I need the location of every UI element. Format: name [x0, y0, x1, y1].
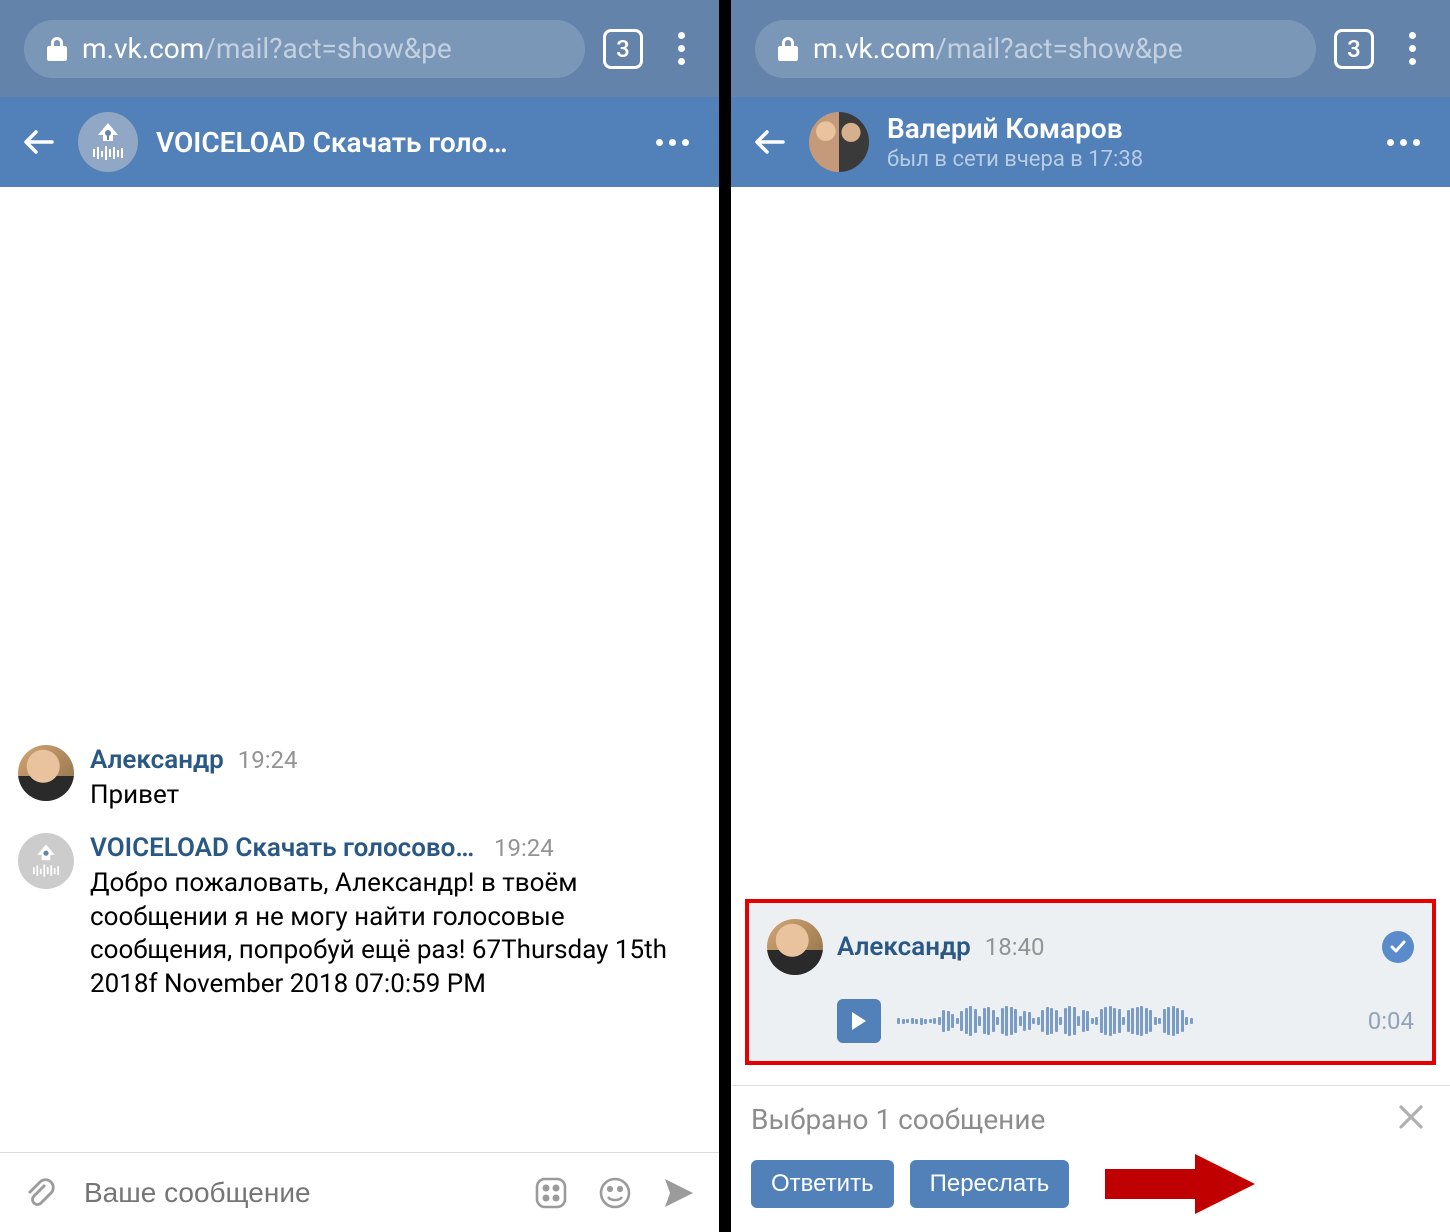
chat-title: VOICELOAD Скачать голо…	[156, 126, 628, 159]
message-list[interactable]: Александр 19:24 Привет	[0, 187, 719, 1152]
emoji-icon[interactable]	[595, 1173, 635, 1213]
back-arrow-icon[interactable]	[751, 122, 791, 162]
more-icon[interactable]	[1377, 129, 1430, 156]
voice-duration: 0:04	[1368, 1007, 1414, 1035]
annotation-arrow-icon	[1105, 1154, 1255, 1214]
voiceload-icon	[26, 841, 66, 881]
send-icon[interactable]	[659, 1173, 699, 1213]
back-arrow-icon[interactable]	[20, 122, 60, 162]
selection-bar: Выбрано 1 сообщение Ответить Переслать	[731, 1085, 1450, 1232]
waveform[interactable]	[897, 1003, 1352, 1039]
chat-avatar[interactable]	[809, 112, 869, 172]
chat-title: Валерий Комаров	[887, 112, 1359, 145]
url-text: m.vk.com/mail?act=show&pe	[82, 32, 452, 65]
lock-icon	[777, 36, 799, 62]
message-sender[interactable]: Александр	[90, 745, 224, 775]
lock-icon	[46, 36, 68, 62]
browser-menu-icon[interactable]	[1392, 32, 1432, 65]
url-text: m.vk.com/mail?act=show&pe	[813, 32, 1183, 65]
message-input[interactable]	[84, 1177, 507, 1209]
play-button[interactable]	[837, 999, 881, 1043]
message-text: Добро пожаловать, Александр! в твоём соо…	[90, 867, 701, 1002]
chat-header: Валерий Комаров был в сети вчера в 17:38	[731, 97, 1450, 187]
right-pane: m.vk.com/mail?act=show&pe 3 Валерий Кома…	[731, 0, 1450, 1232]
dice-icon[interactable]	[531, 1173, 571, 1213]
voiceload-icon	[85, 119, 131, 165]
browser-menu-icon[interactable]	[661, 32, 701, 65]
chat-status: был в сети вчера в 17:38	[887, 147, 1359, 172]
message-time: 18:40	[985, 933, 1045, 961]
more-icon[interactable]	[646, 129, 699, 156]
tab-switcher[interactable]: 3	[1334, 29, 1374, 69]
message-list[interactable]: Александр 18:40 0:04	[731, 187, 1450, 1085]
message-sender[interactable]: Александр	[837, 932, 971, 962]
compose-bar	[0, 1152, 719, 1232]
attach-icon[interactable]	[20, 1173, 60, 1213]
avatar[interactable]	[767, 919, 823, 975]
url-bar[interactable]: m.vk.com/mail?act=show&pe	[24, 20, 585, 78]
avatar[interactable]	[18, 833, 74, 889]
message-text: Привет	[90, 779, 701, 813]
message-time: 19:24	[238, 746, 298, 774]
close-icon[interactable]	[1396, 1102, 1430, 1136]
left-pane: m.vk.com/mail?act=show&pe 3 VOICEL	[0, 0, 719, 1232]
voice-message-selected[interactable]: Александр 18:40 0:04	[745, 899, 1436, 1065]
forward-button[interactable]: Переслать	[910, 1160, 1070, 1208]
chat-header: VOICELOAD Скачать голо…	[0, 97, 719, 187]
message-time: 19:24	[494, 834, 554, 862]
tab-switcher[interactable]: 3	[603, 29, 643, 69]
reply-button[interactable]: Ответить	[751, 1160, 894, 1208]
avatar[interactable]	[18, 745, 74, 801]
chat-avatar[interactable]	[78, 112, 138, 172]
message-row[interactable]: VOICELOAD Скачать голосовое с… 19:24 Доб…	[0, 823, 719, 1012]
browser-bar: m.vk.com/mail?act=show&pe 3	[731, 0, 1450, 97]
pane-divider	[719, 0, 731, 1232]
message-row[interactable]: Александр 19:24 Привет	[0, 735, 719, 823]
selected-check-icon[interactable]	[1382, 931, 1414, 963]
url-bar[interactable]: m.vk.com/mail?act=show&pe	[755, 20, 1316, 78]
voice-player: 0:04	[837, 999, 1414, 1043]
browser-bar: m.vk.com/mail?act=show&pe 3	[0, 0, 719, 97]
message-sender[interactable]: VOICELOAD Скачать голосовое с…	[90, 833, 480, 863]
selection-count: Выбрано 1 сообщение	[751, 1103, 1396, 1136]
